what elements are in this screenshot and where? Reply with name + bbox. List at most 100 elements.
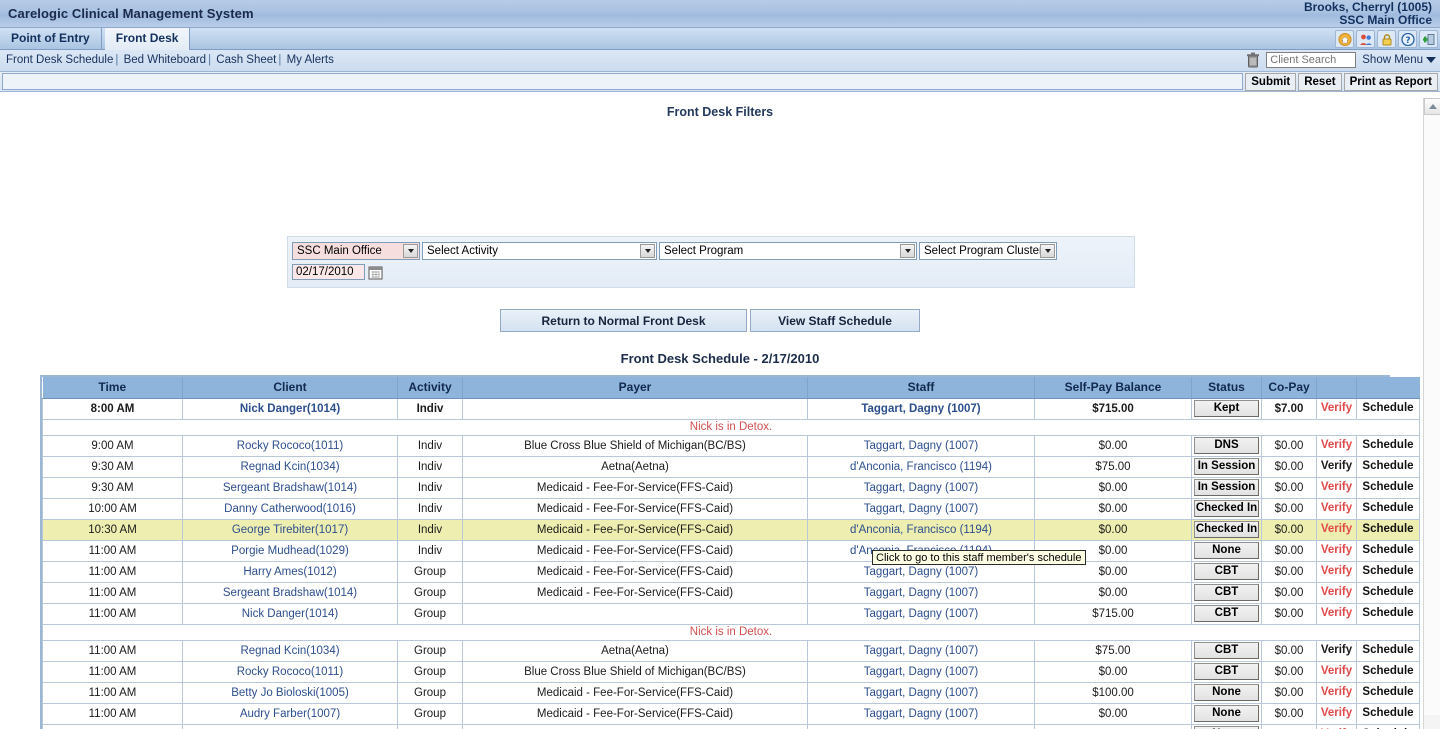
column-header-copay[interactable]: Co-Pay xyxy=(1262,377,1317,398)
client-link[interactable]: Audry Farber(1007) xyxy=(240,708,340,720)
status-button[interactable]: CBT xyxy=(1194,584,1259,601)
verify-link[interactable]: Verify xyxy=(1319,725,1354,729)
view-staff-schedule-button[interactable]: View Staff Schedule xyxy=(750,309,920,332)
schedule-link[interactable]: Schedule xyxy=(1359,457,1417,476)
client-link[interactable]: Danny Catherwood(1016) xyxy=(224,503,356,515)
show-menu-button[interactable]: Show Menu xyxy=(1362,54,1436,66)
verify-link[interactable]: Verify xyxy=(1319,641,1354,660)
status-button[interactable]: Checked In xyxy=(1194,500,1259,517)
schedule-link[interactable]: Schedule xyxy=(1359,499,1417,518)
staff-link[interactable]: Taggart, Dagny (1007) xyxy=(864,687,978,699)
schedule-link[interactable]: Schedule xyxy=(1359,662,1417,681)
scrollbar-track[interactable] xyxy=(1424,115,1440,715)
users-icon[interactable] xyxy=(1356,30,1375,48)
staff-link[interactable]: Taggart, Dagny (1007) xyxy=(864,587,978,599)
status-button[interactable]: Kept xyxy=(1194,400,1259,417)
verify-link[interactable]: Verify xyxy=(1319,541,1354,560)
status-button[interactable]: None xyxy=(1194,542,1259,559)
staff-link[interactable]: Taggart, Dagny (1007) xyxy=(861,403,980,415)
logout-icon[interactable] xyxy=(1419,30,1438,48)
command-input[interactable] xyxy=(2,73,1243,90)
client-link[interactable]: Rocky Rococo(1011) xyxy=(237,666,344,678)
client-link[interactable]: Sergeant Bradshaw(1014) xyxy=(223,482,357,494)
staff-link[interactable]: d'Anconia, Francisco (1194) xyxy=(850,461,992,473)
column-header-payer[interactable]: Payer xyxy=(463,377,808,398)
status-button[interactable]: In Session xyxy=(1194,458,1259,475)
schedule-link[interactable]: Schedule xyxy=(1359,436,1417,455)
verify-link[interactable]: Verify xyxy=(1319,457,1354,476)
return-to-normal-front-desk-button[interactable]: Return to Normal Front Desk xyxy=(500,309,747,332)
client-link[interactable]: Rocky Rococo(1011) xyxy=(237,440,344,452)
subnav-item-my-alerts[interactable]: My Alerts xyxy=(287,54,334,66)
schedule-link[interactable]: Schedule xyxy=(1359,478,1417,497)
subnav-item-bed-whiteboard[interactable]: Bed Whiteboard xyxy=(124,54,206,66)
subnav-item-front-desk-schedule[interactable]: Front Desk Schedule xyxy=(6,54,113,66)
tab-front-desk[interactable]: Front Desk xyxy=(105,28,191,50)
schedule-link[interactable]: Schedule xyxy=(1359,704,1417,723)
verify-link[interactable]: Verify xyxy=(1319,662,1354,681)
verify-link[interactable]: Verify xyxy=(1319,399,1354,418)
column-header-time[interactable]: Time xyxy=(43,377,183,398)
schedule-link[interactable]: Schedule xyxy=(1359,725,1417,729)
verify-link[interactable]: Verify xyxy=(1319,520,1354,539)
column-header-status[interactable]: Status xyxy=(1192,377,1262,398)
activity-select[interactable]: Select Activity xyxy=(422,242,657,260)
schedule-link[interactable]: Schedule xyxy=(1359,683,1417,702)
client-link[interactable]: Nick Danger(1014) xyxy=(240,403,340,415)
home-icon[interactable] xyxy=(1335,30,1354,48)
calendar-icon[interactable] xyxy=(368,265,383,280)
client-link[interactable]: Regnad Kcin(1034) xyxy=(240,645,339,657)
staff-link[interactable]: Taggart, Dagny (1007) xyxy=(864,482,978,494)
schedule-link[interactable]: Schedule xyxy=(1359,520,1417,539)
staff-link[interactable]: Taggart, Dagny (1007) xyxy=(864,645,978,657)
page-scrollbar[interactable] xyxy=(1423,98,1440,729)
staff-link[interactable]: Taggart, Dagny (1007) xyxy=(864,503,978,515)
status-button[interactable]: None xyxy=(1194,684,1259,701)
verify-link[interactable]: Verify xyxy=(1319,436,1354,455)
office-select[interactable]: SSC Main Office xyxy=(292,242,420,260)
column-header-client[interactable]: Client xyxy=(183,377,398,398)
status-button[interactable]: CBT xyxy=(1194,663,1259,680)
verify-link[interactable]: Verify xyxy=(1319,683,1354,702)
client-link[interactable]: Betty Jo Bioloski(1005) xyxy=(231,687,349,699)
program-select[interactable]: Select Program xyxy=(659,242,917,260)
verify-link[interactable]: Verify xyxy=(1319,604,1354,623)
staff-link[interactable]: Taggart, Dagny (1007) xyxy=(864,608,978,620)
schedule-link[interactable]: Schedule xyxy=(1359,562,1417,581)
status-button[interactable]: DNS xyxy=(1194,437,1259,454)
client-link[interactable]: George Tirebiter(1017) xyxy=(232,524,348,536)
program-cluster-select[interactable]: Select Program Cluster xyxy=(919,242,1057,260)
staff-link[interactable]: Taggart, Dagny (1007) xyxy=(864,566,978,578)
staff-link[interactable]: Taggart, Dagny (1007) xyxy=(864,666,978,678)
verify-link[interactable]: Verify xyxy=(1319,499,1354,518)
client-link[interactable]: Sergeant Bradshaw(1014) xyxy=(223,587,357,599)
help-icon[interactable]: ? xyxy=(1398,30,1417,48)
status-button[interactable]: In Session xyxy=(1194,479,1259,496)
schedule-link[interactable]: Schedule xyxy=(1359,641,1417,660)
status-button[interactable]: None xyxy=(1194,705,1259,722)
trash-icon[interactable] xyxy=(1246,52,1260,68)
schedule-link[interactable]: Schedule xyxy=(1359,583,1417,602)
schedule-link[interactable]: Schedule xyxy=(1359,399,1417,418)
status-button[interactable]: CBT xyxy=(1194,642,1259,659)
client-search-input[interactable] xyxy=(1266,52,1356,68)
status-button[interactable]: CBT xyxy=(1194,605,1259,622)
staff-link[interactable]: Taggart, Dagny (1007) xyxy=(864,440,978,452)
column-header-staff[interactable]: Staff xyxy=(808,377,1035,398)
client-link[interactable]: Nick Danger(1014) xyxy=(242,608,339,620)
date-input[interactable] xyxy=(292,264,365,280)
verify-link[interactable]: Verify xyxy=(1319,583,1354,602)
staff-link[interactable]: d'Anconia, Francisco (1194) xyxy=(850,524,992,536)
lock-icon[interactable] xyxy=(1377,30,1396,48)
reset-button[interactable]: Reset xyxy=(1298,73,1341,91)
schedule-link[interactable]: Schedule xyxy=(1359,604,1417,623)
client-link[interactable]: Regnad Kcin(1034) xyxy=(240,461,339,473)
column-header-self-pay-balance[interactable]: Self-Pay Balance xyxy=(1035,377,1192,398)
subnav-item-cash-sheet[interactable]: Cash Sheet xyxy=(216,54,276,66)
verify-link[interactable]: Verify xyxy=(1319,704,1354,723)
staff-link[interactable]: Taggart, Dagny (1007) xyxy=(864,708,978,720)
client-link[interactable]: Harry Ames(1012) xyxy=(243,566,336,578)
scroll-up-arrow-icon[interactable] xyxy=(1424,98,1440,115)
status-button[interactable]: Checked In xyxy=(1194,521,1259,538)
schedule-link[interactable]: Schedule xyxy=(1359,541,1417,560)
